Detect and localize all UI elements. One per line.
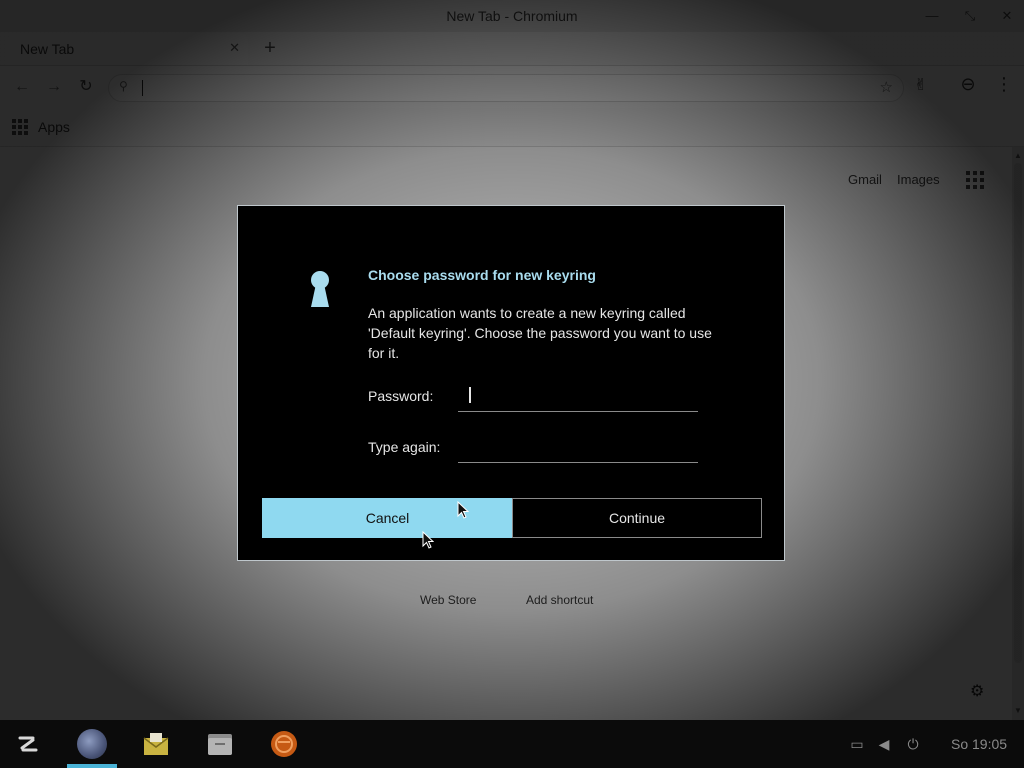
gmail-link[interactable]: Gmail	[848, 172, 882, 187]
files-icon[interactable]	[205, 729, 235, 759]
clock[interactable]: So 19:05	[951, 736, 1007, 752]
close-window-button[interactable]: ✕	[997, 6, 1017, 26]
web-store-shortcut[interactable]: Web Store	[420, 593, 476, 607]
new-tab-button[interactable]: +	[259, 36, 281, 60]
images-link[interactable]: Images	[897, 172, 940, 187]
apps-bookmark[interactable]: Apps	[38, 119, 70, 135]
add-shortcut-button[interactable]: Add shortcut	[526, 593, 593, 607]
window-title: New Tab - Chromium	[446, 8, 578, 24]
active-app-indicator	[67, 764, 117, 768]
tab-title: New Tab	[20, 41, 75, 57]
search-icon: ⚲	[119, 79, 128, 93]
chromium-icon[interactable]	[77, 729, 107, 759]
restore-button[interactable]: ⤡	[960, 6, 980, 26]
power-icon[interactable]: ⏻	[905, 736, 921, 752]
type-again-label: Type again:	[368, 439, 441, 455]
apps-grid-icon[interactable]	[12, 119, 28, 135]
dialog-title: Choose password for new keyring	[368, 267, 596, 283]
text-caret	[142, 80, 143, 96]
tab-new-tab[interactable]: New Tab ✕	[8, 33, 248, 65]
browser-menu-icon[interactable]: ⋮	[995, 74, 1013, 94]
browser-toolbar: ← → ↻ ⚲ ☆	[0, 65, 1024, 108]
desktop: New Tab - Chromium — ⤡ ✕ New Tab ✕ + ← →…	[0, 0, 1024, 768]
bookmark-star-icon[interactable]: ☆	[880, 78, 893, 96]
keyhole-icon	[311, 271, 329, 307]
mail-icon[interactable]	[141, 729, 171, 759]
reload-button[interactable]: ↻	[75, 76, 97, 98]
extension-icon[interactable]: ✌	[914, 75, 927, 95]
google-apps-icon[interactable]	[966, 171, 984, 189]
taskbar: ▭ ◀ ⏻ So 19:05	[0, 720, 1024, 768]
dialog-message: An application wants to create a new key…	[368, 305, 712, 361]
forward-button[interactable]: →	[43, 76, 65, 98]
password-label: Password:	[368, 388, 434, 404]
volume-icon[interactable]: ◀	[876, 736, 892, 752]
customize-gear-icon[interactable]: ⚙	[970, 681, 984, 701]
cancel-button[interactable]: Cancel	[262, 498, 513, 538]
mouse-cursor-icon	[457, 501, 469, 519]
back-button[interactable]: ←	[11, 76, 33, 98]
bookmarks-bar: Apps	[0, 108, 1024, 147]
keyring-password-dialog: Choose password for new keyring An appli…	[237, 205, 785, 561]
profile-icon[interactable]: ⊖	[958, 74, 978, 94]
confirm-password-field[interactable]	[458, 435, 698, 463]
text-caret	[469, 387, 471, 403]
display-icon[interactable]: ▭	[849, 736, 865, 752]
tab-close-icon[interactable]: ✕	[229, 40, 240, 56]
title-bar: New Tab - Chromium — ⤡ ✕	[0, 0, 1024, 32]
address-bar[interactable]: ⚲ ☆	[108, 74, 904, 102]
software-store-icon[interactable]	[269, 729, 299, 759]
password-field[interactable]	[458, 384, 698, 412]
scroll-up-icon[interactable]: ▲	[1014, 151, 1022, 160]
zorin-menu-icon[interactable]	[13, 729, 43, 759]
scroll-down-icon[interactable]: ▼	[1014, 706, 1022, 715]
minimize-button[interactable]: —	[922, 6, 942, 26]
scrollbar-thumb[interactable]	[1014, 163, 1022, 663]
continue-button[interactable]: Continue	[512, 498, 762, 538]
mouse-cursor-icon	[422, 531, 434, 549]
